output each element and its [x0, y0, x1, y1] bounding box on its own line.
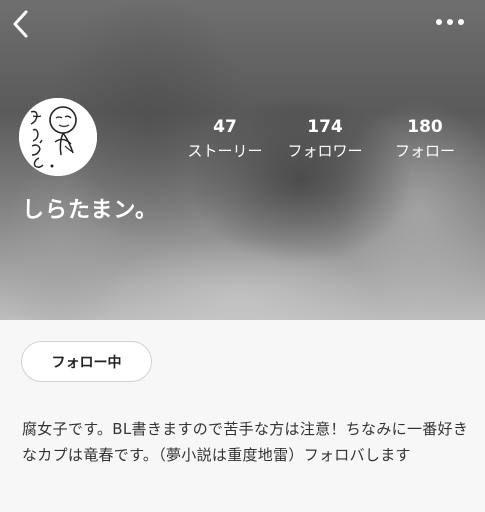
username: しらたまン。 [22, 198, 159, 223]
followers-stat[interactable]: 174 フォロワー [280, 116, 370, 162]
profile-header: 47 ストーリー 174 フォロワー 180 フォロー しらたまン。 [0, 0, 485, 320]
more-options-button[interactable] [435, 12, 465, 32]
stories-count: 47 [213, 117, 237, 137]
stories-label: ストーリー [187, 142, 263, 160]
avatar[interactable] [19, 98, 97, 176]
profile-bio: 腐女子です。BL書きますので苦手な方は注意！ちなみに一番好きなカプは竜春です。（… [22, 420, 469, 464]
following-button[interactable]: フォロー中 [21, 341, 152, 382]
following-count: 180 [407, 117, 443, 137]
stories-stat[interactable]: 47 ストーリー [180, 116, 270, 162]
back-chevron-icon [13, 10, 28, 38]
back-button[interactable] [8, 8, 36, 40]
following-stat[interactable]: 180 フォロー [380, 116, 470, 162]
profile-stats: 47 ストーリー 174 フォロワー 180 フォロー [180, 116, 480, 162]
more-dots-icon [436, 19, 464, 25]
followers-count: 174 [307, 117, 343, 137]
followers-label: フォロワー [287, 142, 363, 160]
following-label: フォロー [394, 142, 455, 160]
avatar-doodle-image [19, 98, 97, 176]
